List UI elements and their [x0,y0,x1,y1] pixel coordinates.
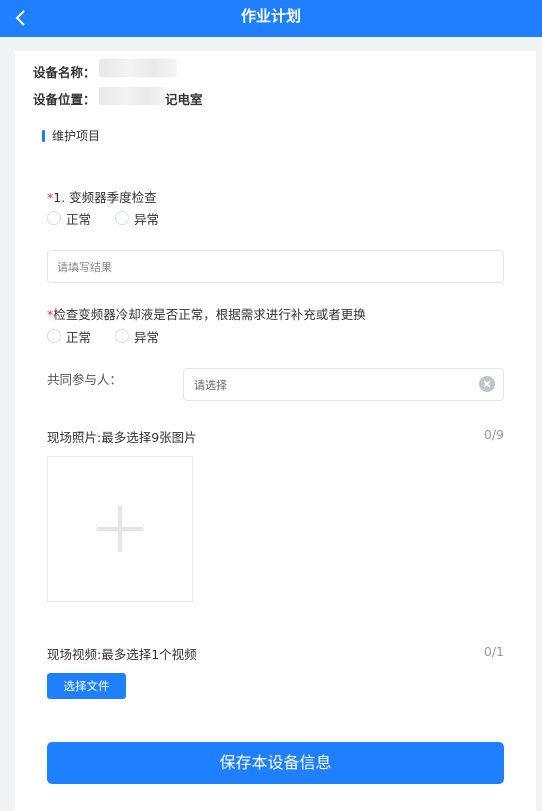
save-device-button[interactable]: 保存本设备信息 [47,742,504,784]
participants-clear-button[interactable] [479,376,495,396]
participants-select[interactable]: 请选择 [183,368,504,401]
participants-label: 共同参与人： [47,372,123,387]
device-location-value: 记电室 [165,92,203,107]
radio-q1-normal-label[interactable]: 正常 [66,209,91,228]
top-bar: 作业计划 [0,0,542,37]
photo-upload-tile[interactable] [47,456,193,602]
device-location-value-redacted [99,87,165,105]
photos-label: 现场照片:最多选择9张图片 [47,430,197,445]
device-location-label: 设备位置： [33,92,96,107]
device-name-value-redacted [99,59,177,77]
radio-q1-normal[interactable] [47,211,61,225]
section-marker [42,130,45,142]
plus-icon [97,506,143,552]
page-title: 作业计划 [240,7,301,25]
form-card: 设备名称： 设备位置： 记电室 维护项目 *1. 变频器季度检查 正常 异常 请… [15,51,536,811]
question-2: *检查变频器冷却液是否正常，根据需求进行补充或者更换 [47,304,366,323]
clear-circle-icon [479,376,495,392]
participants-placeholder: 请选择 [194,379,227,392]
result-input-placeholder: 请填写结果 [57,261,112,274]
radio-q2-normal[interactable] [47,329,61,343]
photos-count: 0/9 [483,427,504,442]
question-1-text: 1. 变频器季度检查 [53,190,157,205]
radio-q1-abnormal[interactable] [115,211,129,225]
result-input[interactable]: 请填写结果 [47,250,504,283]
video-label: 现场视频:最多选择1个视频 [47,647,197,662]
radio-q1-abnormal-label[interactable]: 异常 [134,209,159,228]
radio-q2-normal-label[interactable]: 正常 [66,327,91,346]
radio-q2-abnormal-label[interactable]: 异常 [134,327,159,346]
choose-file-button[interactable]: 选择文件 [47,673,126,699]
radio-q2-abnormal[interactable] [115,329,129,343]
question-1: *1. 变频器季度检查 [47,187,157,206]
video-count: 0/1 [483,644,504,659]
section-title: 维护项目 [52,129,101,143]
device-name-label: 设备名称： [33,65,96,80]
question-2-text: 检查变频器冷却液是否正常，根据需求进行补充或者更换 [53,307,366,322]
